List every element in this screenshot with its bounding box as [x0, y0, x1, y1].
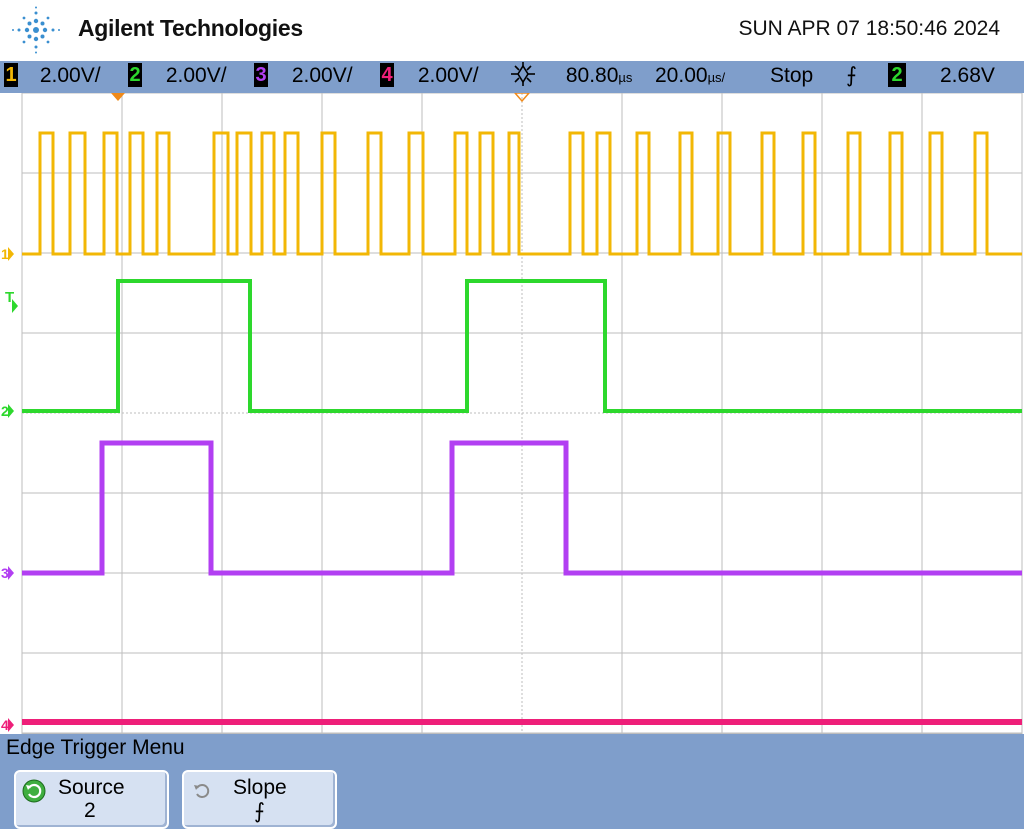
- ch4-ground-marker: 4: [1, 717, 14, 733]
- ch4-number-badge: 4: [380, 62, 394, 87]
- ch4-scale: 2.00V/: [417, 64, 479, 87]
- horizontal-delay-indicator[interactable]: 80.80µs: [510, 61, 632, 93]
- ch4-scale-indicator[interactable]: 4 2.00V/: [380, 61, 479, 93]
- ch3-scale-indicator[interactable]: 3 2.00V/: [254, 61, 353, 93]
- ch2-ground-marker-arrow: [8, 404, 14, 418]
- agilent-spark-logo-icon: [12, 6, 60, 54]
- ch2-ground-marker: 2: [1, 403, 14, 419]
- waveform-canvas: 1 2 3 4 T: [1, 93, 1023, 734]
- source-softkey[interactable]: Source 2: [14, 770, 169, 829]
- run-state[interactable]: Stop: [770, 61, 813, 93]
- date-time: SUN APR 07 18:50:46 2024: [738, 17, 1000, 40]
- slope-label: Slope: [233, 776, 287, 799]
- delay-unit: µs: [618, 70, 633, 85]
- trigger-position-marker: [111, 93, 125, 101]
- source-value: 2: [84, 799, 96, 822]
- ch1-ground-marker-arrow: [8, 247, 14, 261]
- ch1-scale: 2.00V/: [39, 64, 101, 87]
- source-label: Source: [58, 776, 125, 799]
- ch1-number-badge: 1: [4, 62, 18, 87]
- timebase-unit: µs/: [707, 70, 726, 85]
- ch4-ground-marker-arrow: [8, 718, 14, 732]
- status-bar: 1 2.00V/ 2 2.00V/ 3 2.00V/ 4 2.00V/ 80.8…: [0, 61, 1024, 93]
- ch2-ground-marker-label: 2: [1, 403, 9, 419]
- rotate-arrow-icon: [194, 784, 210, 798]
- rotate-knob-icon: [22, 779, 46, 803]
- trigger-slope-icon: ⨍: [846, 64, 857, 87]
- ch4-ground-marker-label: 4: [1, 717, 9, 733]
- ch2-scale: 2.00V/: [165, 64, 227, 87]
- ch3-scale: 2.00V/: [291, 64, 353, 87]
- slope-softkey[interactable]: Slope ⨍: [182, 770, 337, 829]
- timebase-value: 20.00: [655, 64, 708, 87]
- menu-title: Edge Trigger Menu: [6, 736, 185, 759]
- ch3-number-badge: 3: [254, 62, 268, 87]
- trigger-source-badge: 2: [888, 62, 906, 87]
- title-bar: Agilent Technologies SUN APR 07 18:50:46…: [0, 0, 1024, 61]
- ch3-ground-marker-label: 3: [1, 565, 9, 581]
- ch1-scale-indicator[interactable]: 1 2.00V/: [4, 61, 101, 93]
- graticule: [21, 93, 1023, 734]
- brand-name: Agilent Technologies: [78, 15, 303, 41]
- timebase-indicator[interactable]: 20.00µs/: [655, 61, 725, 93]
- ch1-ground-marker: 1: [1, 246, 14, 262]
- ch1-ground-marker-label: 1: [1, 246, 9, 262]
- waveform-display[interactable]: 1 2 3 4 T: [0, 93, 1024, 734]
- softkey-menu: Edge Trigger Menu Source 2 Slope ⨍: [0, 734, 1024, 829]
- delay-icon: [510, 61, 536, 91]
- delay-value: 80.80: [565, 64, 619, 87]
- ch3-ground-marker-arrow: [8, 566, 14, 580]
- trigger-source-indicator[interactable]: 2: [888, 61, 906, 93]
- ch3-ground-marker: 3: [1, 565, 14, 581]
- trigger-level[interactable]: 2.68V: [940, 61, 995, 93]
- trigger-level-arrow: [12, 299, 18, 313]
- ch2-scale-indicator[interactable]: 2 2.00V/: [128, 61, 227, 93]
- ch2-number-badge: 2: [128, 62, 142, 87]
- trigger-level-marker: T: [5, 289, 18, 313]
- slope-value: ⨍: [254, 800, 265, 823]
